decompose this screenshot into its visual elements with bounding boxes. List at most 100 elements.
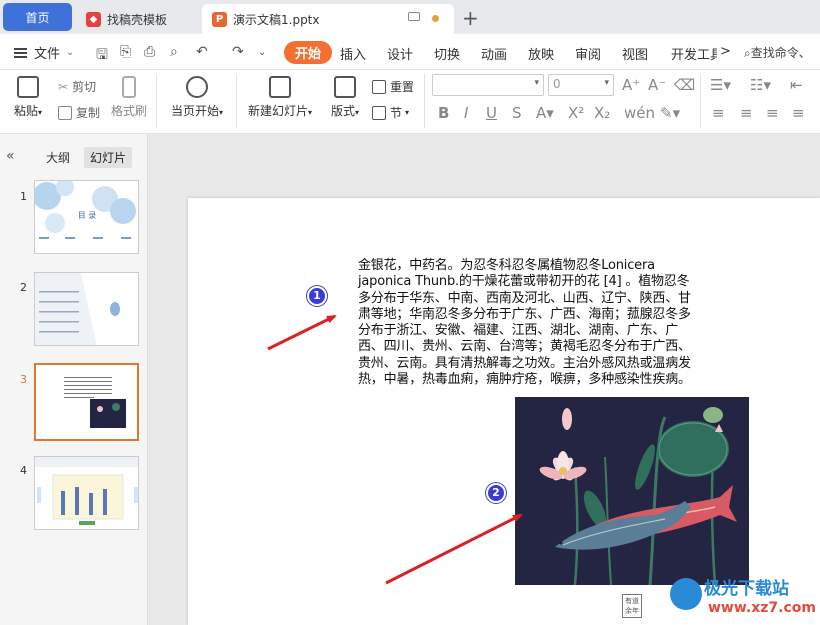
slide-number: 1 — [20, 190, 27, 203]
align-left-icon[interactable]: ≡ — [712, 104, 725, 122]
slide-page[interactable]: 金银花，中药名。为忍冬科忍冬属植物忍冬Lonicera japonica Thu… — [188, 198, 820, 625]
bullet-list-icon[interactable]: ☰▾ — [710, 76, 731, 94]
start-from-current-label: 当页开始 — [170, 104, 219, 118]
slide-thumbnail-2[interactable] — [34, 272, 139, 346]
align-center-icon[interactable]: ≡ — [740, 104, 753, 122]
hamburger-icon — [14, 47, 27, 58]
separator — [424, 74, 425, 128]
strikethrough-icon[interactable]: S — [512, 104, 522, 122]
koi-lotus-image[interactable] — [515, 397, 749, 585]
slide-3-preview — [64, 377, 126, 428]
ppt-file-icon: P — [212, 11, 227, 27]
collapse-panel-icon[interactable]: « — [6, 148, 15, 164]
undo-icon[interactable]: ↶ — [196, 44, 208, 60]
new-slide-icon — [269, 76, 291, 98]
copy-button[interactable]: 复制 — [58, 104, 100, 121]
slide-thumbnail-4[interactable] — [34, 456, 139, 530]
search-command-label: 查找命令、 — [750, 46, 811, 60]
new-tab-button[interactable]: + — [462, 6, 479, 30]
subscript-icon[interactable]: X₂ — [594, 104, 610, 122]
layout-icon — [334, 76, 356, 98]
numbered-list-icon[interactable]: ☷▾ — [750, 76, 771, 94]
new-slide-button[interactable]: 新建幻灯片▾ — [244, 76, 316, 119]
search-command[interactable]: ⌕查找命令、 — [744, 44, 811, 61]
align-right-icon[interactable]: ≡ — [766, 104, 779, 122]
tab-slides[interactable]: 幻灯片 — [84, 147, 133, 168]
separator — [700, 74, 701, 128]
layout-button[interactable]: 版式▾ — [326, 76, 364, 119]
export-icon[interactable]: ⎘ — [120, 44, 131, 60]
annotation-badge-1: 1 — [307, 286, 327, 306]
slide-navigator: « 大纲 幻灯片 1 目 录 2 3 4 — [0, 134, 148, 625]
thumb1-title: 目 录 — [78, 211, 97, 220]
tab-home-label: 首页 — [25, 10, 50, 25]
cut-button[interactable]: ✂ 剪切 — [58, 78, 96, 95]
font-family-select[interactable]: ▾ — [432, 74, 544, 96]
tab-transition[interactable]: 切换 — [434, 44, 460, 63]
decrease-font-icon[interactable]: A⁻ — [648, 76, 666, 94]
redo-icon[interactable]: ↷ — [232, 44, 244, 60]
chevron-down-icon: ⌄ — [66, 47, 75, 58]
slide-number: 4 — [20, 464, 27, 477]
slide-number: 3 — [20, 373, 27, 386]
chevron-down-icon: ▾ — [604, 78, 609, 88]
brush-icon — [122, 76, 136, 98]
cut-label: 剪切 — [72, 80, 97, 94]
print-icon[interactable]: ⎙ — [144, 44, 155, 60]
tab-insert[interactable]: 插入 — [340, 44, 366, 63]
separator — [156, 74, 157, 128]
tab-slideshow[interactable]: 放映 — [528, 44, 554, 63]
site-watermark: 极光下载站 www.xz7.com — [668, 572, 818, 624]
underline-icon[interactable]: U — [486, 104, 497, 122]
tab-design[interactable]: 设计 — [387, 44, 413, 63]
clear-format-icon[interactable]: ⌫ — [674, 76, 695, 94]
tab-document[interactable]: P 演示文稿1.pptx — [202, 4, 454, 34]
slide-text-box[interactable]: 金银花，中药名。为忍冬科忍冬属植物忍冬Lonicera japonica Thu… — [358, 258, 698, 388]
slide-thumbnail-1[interactable]: 目 录 — [34, 180, 139, 254]
menu-bar: 文件 ⌄ 🖫 ⎘ ⎙ ⌕ ↶ ↷ ⌄ 开始 插入 设计 切换 动画 放映 审阅 … — [0, 34, 820, 70]
bold-icon[interactable]: B — [438, 104, 449, 122]
tab-start[interactable]: 开始 — [284, 41, 333, 64]
section-button[interactable]: 节 ▾ — [372, 104, 409, 121]
reset-label: 重置 — [390, 80, 415, 94]
chevron-down-icon: ▾ — [534, 78, 539, 88]
play-icon — [186, 76, 208, 98]
indent-icon[interactable]: ⇤ — [790, 76, 803, 94]
scissors-icon: ✂ — [58, 79, 69, 94]
highlight-icon[interactable]: ✎▾ — [660, 104, 680, 122]
tab-review[interactable]: 审阅 — [575, 44, 601, 63]
tab-view[interactable]: 视图 — [622, 44, 648, 63]
ribbon-toolbar: 粘贴▾ ✂ 剪切 复制 格式刷 当页开始▾ 新建幻灯片▾ 版式▾ 重置 节 ▾ ▾ … — [0, 70, 820, 134]
font-color-icon[interactable]: A▾ — [536, 104, 554, 122]
seal-stamp: 有道 余年 — [622, 594, 642, 618]
tab-animation[interactable]: 动画 — [481, 44, 507, 63]
search-icon: ⌕ — [744, 46, 751, 60]
italic-icon[interactable]: I — [464, 104, 468, 122]
monitor-icon[interactable] — [408, 12, 420, 21]
quick-access-more-icon[interactable]: ⌄ — [258, 47, 266, 58]
tab-developer[interactable]: 开发工具 — [671, 44, 717, 63]
site-logo-icon — [670, 578, 702, 610]
file-menu[interactable]: 文件 ⌄ — [14, 43, 74, 62]
superscript-icon[interactable]: X² — [568, 104, 584, 122]
tab-outline[interactable]: 大纲 — [46, 149, 70, 166]
save-icon[interactable]: 🖫 — [96, 44, 108, 68]
slide-1-preview: 目 录 — [35, 181, 136, 239]
increase-font-icon[interactable]: A⁺ — [622, 76, 640, 94]
start-from-current-button[interactable]: 当页开始▾ — [166, 76, 228, 119]
format-painter-button[interactable]: 格式刷 — [108, 76, 150, 119]
print-preview-icon[interactable]: ⌕ — [170, 44, 178, 60]
slide-thumbnail-3[interactable] — [34, 363, 139, 441]
slide-4-preview — [35, 457, 138, 525]
watermark-url: www.xz7.com — [708, 600, 816, 616]
tab-home[interactable]: 首页 — [3, 3, 72, 31]
paste-button[interactable]: 粘贴▾ — [10, 76, 46, 119]
more-tabs-icon[interactable]: > — [720, 44, 731, 59]
font-size-select[interactable]: 0 ▾ — [548, 74, 614, 96]
tab-template-store[interactable]: ◆ 找稿壳模板 — [78, 4, 198, 34]
reset-button[interactable]: 重置 — [372, 78, 414, 95]
justify-icon[interactable]: ≡ — [792, 104, 805, 122]
layout-label: 版式 — [330, 104, 355, 118]
section-label: 节 — [390, 106, 403, 120]
phonetic-icon[interactable]: wén — [624, 104, 655, 122]
